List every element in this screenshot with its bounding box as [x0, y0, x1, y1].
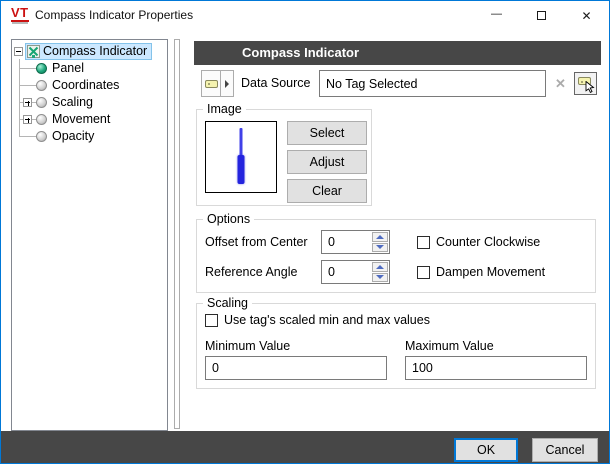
use-tag-scaling-checkbox[interactable] — [205, 314, 218, 327]
tree-item-label: Movement — [52, 111, 110, 128]
clear-tag-button[interactable]: ✕ — [550, 73, 571, 94]
spin-up-button[interactable] — [372, 232, 388, 242]
close-button[interactable]: ✕ — [564, 1, 609, 30]
counter-clockwise-option: Counter Clockwise — [417, 235, 540, 249]
tree-item-label: Scaling — [52, 94, 93, 111]
minimum-value-input[interactable] — [205, 356, 387, 380]
tree-item-label: Opacity — [52, 128, 94, 145]
image-adjust-button[interactable]: Adjust — [287, 150, 367, 174]
app-logo-icon: VT — [11, 6, 29, 22]
tree-item-compass-indicator[interactable]: Compass Indicator — [12, 43, 167, 60]
properties-tree: Compass Indicator Panel Coordinates Scal… — [11, 39, 168, 431]
tree-selection[interactable]: Compass Indicator — [25, 43, 152, 60]
scaling-group: Scaling Use tag's scaled min and max val… — [196, 303, 596, 389]
panel-title: Compass Indicator — [194, 41, 601, 65]
coordinates-status-icon — [36, 80, 47, 91]
close-icon: ✕ — [581, 9, 591, 23]
use-tag-scaling-option: Use tag's scaled min and max values — [205, 313, 430, 327]
collapse-icon[interactable] — [14, 47, 23, 56]
maximum-value-input[interactable] — [405, 356, 587, 380]
window-title: Compass Indicator Properties — [35, 1, 193, 30]
reference-angle-spinner — [321, 260, 390, 284]
chevron-down-icon — [376, 275, 384, 279]
tree-item-label: Coordinates — [52, 77, 119, 94]
counter-clockwise-checkbox[interactable] — [417, 236, 430, 249]
offset-from-center-label: Offset from Center — [205, 230, 308, 254]
maximize-button[interactable] — [519, 1, 564, 30]
image-group: Image Select Adjust Clear — [196, 109, 372, 206]
tag-menu-button[interactable] — [201, 70, 234, 97]
title-bar: VT Compass Indicator Properties — ✕ — [1, 1, 609, 30]
offset-from-center-input[interactable] — [322, 231, 368, 253]
tag-icon[interactable] — [202, 71, 221, 96]
needle-graphic — [240, 128, 243, 158]
needle-image-preview — [205, 121, 277, 193]
scaling-group-label: Scaling — [203, 296, 252, 310]
spin-down-button[interactable] — [372, 243, 388, 253]
minimize-button[interactable]: — — [474, 1, 519, 30]
image-select-button[interactable]: Select — [287, 121, 367, 145]
select-tag-button[interactable] — [574, 72, 597, 95]
panel-header: Compass Indicator — [194, 41, 601, 65]
spin-up-button[interactable] — [372, 262, 388, 272]
tree-item-movement[interactable]: Movement — [12, 111, 167, 128]
chevron-right-icon — [225, 80, 229, 88]
expand-icon[interactable] — [23, 98, 32, 107]
tree-item-label: Compass Indicator — [43, 44, 147, 59]
cursor-icon — [585, 81, 595, 93]
ok-button[interactable]: OK — [454, 438, 518, 462]
chevron-up-icon — [376, 235, 384, 239]
dialog-footer: OK Cancel — [1, 431, 609, 464]
expand-icon[interactable] — [23, 115, 32, 124]
tree-item-label: Panel — [52, 60, 84, 77]
dampen-movement-label: Dampen Movement — [436, 265, 545, 279]
scaling-status-icon — [36, 97, 47, 108]
tree-item-scaling[interactable]: Scaling — [12, 94, 167, 111]
window-controls: — ✕ — [474, 1, 609, 30]
chevron-up-icon — [376, 265, 384, 269]
dampen-movement-checkbox[interactable] — [417, 266, 430, 279]
dialog-window: VT Compass Indicator Properties — ✕ Comp… — [0, 0, 610, 464]
dampen-movement-option: Dampen Movement — [417, 265, 545, 279]
image-group-label: Image — [203, 102, 246, 116]
data-source-input[interactable] — [319, 70, 546, 97]
opacity-status-icon — [36, 131, 47, 142]
panel-status-icon — [36, 63, 47, 74]
panel-splitter[interactable] — [174, 39, 180, 429]
tree-item-opacity[interactable]: Opacity — [12, 128, 167, 145]
options-group-label: Options — [203, 212, 254, 226]
compass-indicator-icon — [27, 45, 40, 58]
tree-item-panel[interactable]: Panel — [12, 60, 167, 77]
options-group: Options Offset from Center Counter Clock… — [196, 219, 596, 293]
properties-panel: Compass Indicator Data Source ✕ Image Se… — [194, 39, 601, 432]
use-tag-scaling-label: Use tag's scaled min and max values — [224, 313, 430, 327]
minimize-icon: — — [491, 8, 502, 20]
needle-graphic — [238, 155, 245, 184]
data-source-label: Data Source — [241, 70, 310, 97]
offset-from-center-spinner — [321, 230, 390, 254]
minimum-value-label: Minimum Value — [205, 334, 290, 358]
reference-angle-input[interactable] — [322, 261, 368, 283]
maximize-icon — [537, 11, 546, 20]
counter-clockwise-label: Counter Clockwise — [436, 235, 540, 249]
spin-down-button[interactable] — [372, 273, 388, 283]
image-clear-button[interactable]: Clear — [287, 179, 367, 203]
reference-angle-label: Reference Angle — [205, 260, 297, 284]
tag-menu-arrow[interactable] — [221, 71, 233, 96]
movement-status-icon — [36, 114, 47, 125]
tree-item-coordinates[interactable]: Coordinates — [12, 77, 167, 94]
chevron-down-icon — [376, 245, 384, 249]
maximum-value-label: Maximum Value — [405, 334, 494, 358]
cancel-button[interactable]: Cancel — [532, 438, 598, 462]
